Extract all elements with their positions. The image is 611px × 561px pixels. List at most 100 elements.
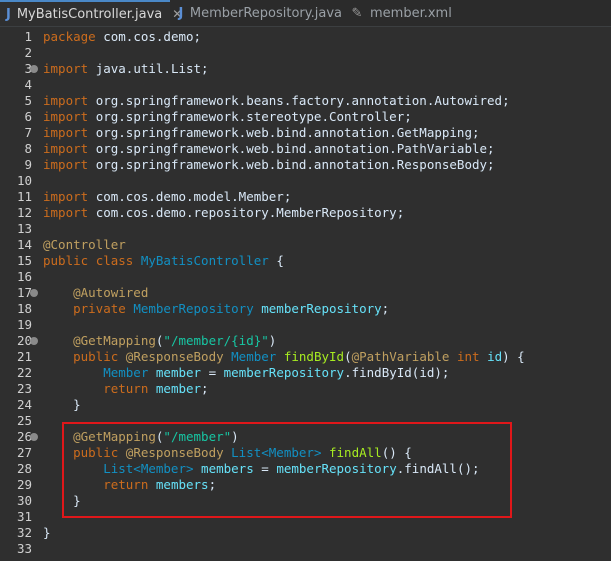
code-token: } [43, 525, 51, 540]
code-token: @PathVariable [351, 349, 457, 364]
code-token: org.springframework.web.bind.annotation.… [95, 157, 495, 172]
code-token: MyBatisController [140, 253, 277, 268]
code-line[interactable]: 16 [0, 269, 611, 285]
code-line[interactable]: 18 private MemberRepository memberReposi… [0, 301, 611, 317]
line-number: 1 [24, 29, 32, 44]
code-line[interactable]: 7 import org.springframework.web.bind.ann… [0, 125, 611, 141]
code-token: ; [381, 301, 390, 316]
code-token: member [155, 365, 209, 380]
code-token: import [43, 61, 96, 76]
code-line[interactable]: 14 @Controller [0, 237, 611, 253]
code-line[interactable]: 24 } [0, 397, 611, 413]
code-line[interactable]: 2 [0, 45, 611, 61]
line-number: 10 [16, 173, 32, 188]
code-token: org.springframework.stereotype.Controlle… [95, 109, 412, 124]
code-line[interactable]: 33 [0, 541, 611, 557]
code-line[interactable]: 32} [0, 525, 611, 541]
code-text: @GetMapping("/member/{id}") [43, 333, 276, 349]
line-number: 15 [16, 253, 32, 268]
line-number: 17 [16, 285, 32, 300]
tab-member-xml[interactable]: ✎ member.xml [344, 0, 464, 26]
code-line[interactable]: 20 @GetMapping("/member/{id}") [0, 333, 611, 349]
code-text: import org.springframework.web.bind.anno… [43, 141, 495, 157]
line-number: 18 [16, 301, 32, 316]
code-line[interactable]: 23 return member; [0, 381, 611, 397]
code-token: Member [231, 349, 284, 364]
code-line[interactable]: 17 @Autowired [0, 285, 611, 301]
line-number: 16 [16, 269, 32, 284]
code-editor[interactable]: 1 package com.cos.demo; 2 3 import java.util… [0, 27, 611, 561]
code-line[interactable]: 12 import com.cos.demo.repository.MemberR… [0, 205, 611, 221]
code-line[interactable]: 1 package com.cos.demo; [0, 29, 611, 45]
java-file-icon: J [178, 5, 184, 21]
code-line[interactable]: 19 [0, 317, 611, 333]
code-token: public [43, 253, 96, 268]
code-token: @Controller [43, 237, 126, 252]
code-token: ; [201, 381, 209, 396]
code-token: @GetMapping [43, 333, 156, 348]
code-text: import com.cos.demo.repository.MemberRep… [43, 205, 404, 221]
code-token: memberRepository [261, 301, 382, 316]
line-number: 31 [16, 509, 32, 524]
code-text: @Controller [43, 237, 126, 253]
code-token: import [43, 157, 96, 172]
code-line[interactable]: 9 import org.springframework.web.bind.ann… [0, 157, 611, 173]
line-number: 27 [16, 445, 32, 460]
code-line[interactable]: 22 Member member = memberRepository.find… [0, 365, 611, 381]
fold-icon[interactable] [30, 433, 38, 441]
line-number: 9 [24, 157, 32, 172]
code-token: MemberRepository [133, 301, 262, 316]
code-token: com.cos.demo; [103, 29, 202, 44]
code-text: import org.springframework.web.bind.anno… [43, 157, 495, 173]
code-token: private [43, 301, 134, 316]
code-text: import com.cos.demo.model.Member; [43, 189, 291, 205]
code-token: package [43, 29, 104, 44]
code-token: public [43, 349, 126, 364]
fold-icon[interactable] [30, 65, 38, 73]
line-number: 7 [24, 125, 32, 140]
code-text: private MemberRepository memberRepositor… [43, 301, 389, 317]
code-token: ) { [502, 349, 525, 364]
code-token: return [43, 381, 156, 396]
code-text: Member member = memberRepository.findByI… [43, 365, 449, 381]
line-number: 20 [16, 333, 32, 348]
code-line[interactable]: 21 public @ResponseBody Member findById(… [0, 349, 611, 365]
code-token: member [155, 381, 202, 396]
line-number: 19 [16, 317, 32, 332]
code-text: @Autowired [43, 285, 148, 301]
tab-memberrepository[interactable]: J MemberRepository.java [172, 0, 342, 26]
line-number: 4 [24, 77, 32, 92]
code-line[interactable]: 11 import com.cos.demo.model.Member; [0, 189, 611, 205]
line-number: 11 [16, 189, 32, 204]
code-token: import [43, 125, 96, 140]
code-line[interactable]: 10 [0, 173, 611, 189]
code-token: } [43, 397, 81, 412]
line-number: 14 [16, 237, 32, 252]
code-line[interactable]: 3 import java.util.List; [0, 61, 611, 77]
line-number: 21 [16, 349, 32, 364]
tab-mybatiscontroller[interactable]: J MyBatisController.java ✕ [0, 0, 182, 26]
code-token: memberRepository [223, 365, 345, 380]
line-number: 5 [24, 93, 32, 108]
code-token: org.springframework.web.bind.annotation.… [95, 141, 495, 156]
code-token: import [43, 189, 96, 204]
code-text: import org.springframework.stereotype.Co… [43, 109, 412, 125]
code-token: findById [283, 349, 345, 364]
code-token: id [487, 349, 503, 364]
code-line[interactable]: 15 public class MyBatisController { [0, 253, 611, 269]
code-token: import [43, 93, 96, 108]
code-token: com.cos.demo.repository.MemberRepository… [95, 205, 405, 220]
fold-icon[interactable] [30, 289, 38, 297]
code-token: import [43, 205, 96, 220]
code-line[interactable]: 8 import org.springframework.web.bind.ann… [0, 141, 611, 157]
code-line[interactable]: 13 [0, 221, 611, 237]
line-number: 25 [16, 413, 32, 428]
line-number: 26 [16, 429, 32, 444]
code-line[interactable]: 4 [0, 77, 611, 93]
fold-icon[interactable] [30, 337, 38, 345]
code-token: class [95, 253, 141, 268]
code-token: int [456, 349, 488, 364]
code-line[interactable]: 6 import org.springframework.stereotype.C… [0, 109, 611, 125]
code-token: Member [43, 365, 156, 380]
code-line[interactable]: 5 import org.springframework.beans.factor… [0, 93, 611, 109]
